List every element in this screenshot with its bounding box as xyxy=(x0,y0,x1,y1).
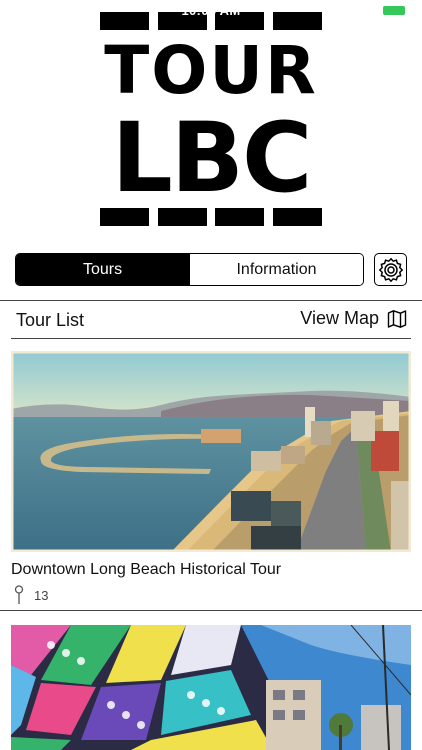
tour-stops: 13 xyxy=(14,585,48,605)
status-time: 10:05 AM xyxy=(181,3,241,18)
card-divider xyxy=(0,610,422,611)
tour-image-downtown[interactable] xyxy=(11,351,411,552)
list-header-divider xyxy=(11,338,411,339)
map-icon xyxy=(387,309,407,328)
logo-line-1: TOUR xyxy=(104,32,318,109)
segmented-control: Tours Information xyxy=(15,253,364,286)
gear-icon xyxy=(378,257,403,282)
view-map-label: View Map xyxy=(300,308,379,328)
logo-bottom-stripes xyxy=(100,208,322,226)
stops-count: 13 xyxy=(34,587,49,603)
tour-title[interactable]: Downtown Long Beach Historical Tour xyxy=(11,561,281,579)
header-divider xyxy=(0,300,422,301)
tour-image-murals[interactable] xyxy=(11,625,411,750)
logo-line-2: LBC xyxy=(111,102,313,214)
tour-list-title: Tour List xyxy=(16,310,85,330)
battery-icon xyxy=(383,6,405,15)
pin-icon xyxy=(14,585,24,604)
settings-button[interactable] xyxy=(374,253,407,286)
app-logo: TOUR LBC xyxy=(100,12,322,226)
view-map-button[interactable]: View Map xyxy=(300,308,407,329)
tab-information[interactable]: Information xyxy=(189,254,363,285)
tab-tours[interactable]: Tours xyxy=(16,254,189,285)
